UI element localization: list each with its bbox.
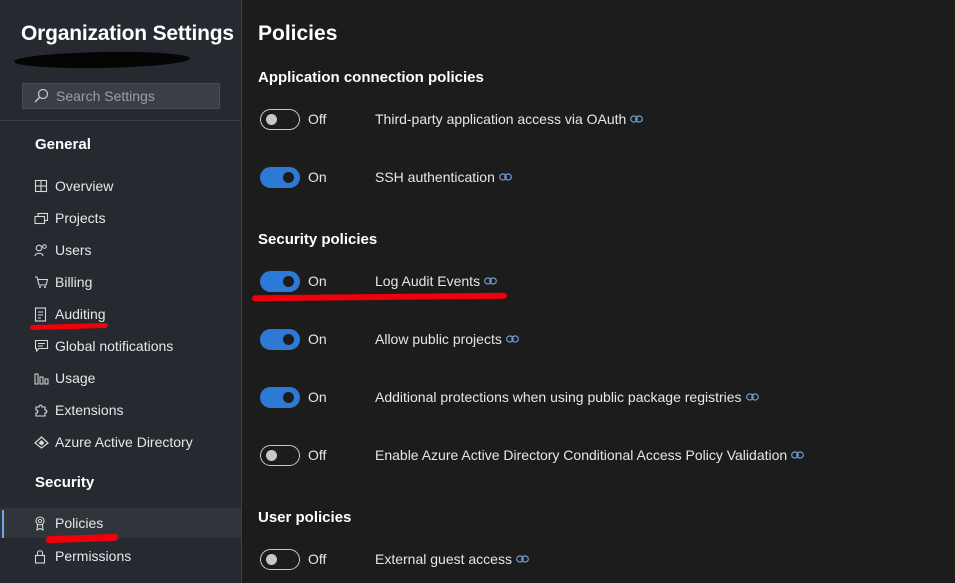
sidebar-item-label: Auditing bbox=[55, 306, 106, 322]
sidebar-item-overview[interactable]: Overview bbox=[0, 171, 241, 201]
toggle-knob bbox=[283, 391, 294, 403]
sidebar-item-label: Overview bbox=[55, 178, 114, 194]
sidebar-item-global-notifications[interactable]: Global notifications bbox=[0, 331, 241, 361]
policy-row-ssh: On SSH authentication bbox=[260, 167, 940, 191]
policy-label: External guest access bbox=[375, 551, 529, 567]
policies-page: Policies Application connection policies… bbox=[242, 0, 955, 583]
toggle-knob bbox=[266, 553, 277, 565]
policy-row-allow-public-projects: On Allow public projects bbox=[260, 329, 940, 353]
external-guest-access-toggle[interactable] bbox=[260, 549, 300, 570]
link-icon[interactable] bbox=[630, 115, 644, 123]
policy-label: SSH authentication bbox=[375, 169, 512, 185]
group-title-application-connection: Application connection policies bbox=[258, 69, 484, 86]
sidebar-item-label: Policies bbox=[55, 515, 104, 531]
link-icon[interactable] bbox=[745, 393, 759, 401]
sidebar-item-label: Projects bbox=[55, 210, 106, 226]
policy-label-text: Enable Azure Active Directory Conditiona… bbox=[375, 447, 788, 463]
sidebar: Organization Settings General Overview P… bbox=[0, 0, 242, 583]
users-icon bbox=[34, 243, 54, 257]
link-icon[interactable] bbox=[505, 335, 519, 343]
policy-label-text: Third-party application access via OAuth bbox=[375, 111, 627, 127]
org-settings-title: Organization Settings bbox=[21, 22, 234, 45]
policy-label: Additional protections when using public… bbox=[375, 389, 759, 405]
sidebar-item-label: Azure Active Directory bbox=[55, 434, 193, 450]
policy-row-log-audit-events: On Log Audit Events bbox=[260, 271, 940, 295]
policy-label-text: Log Audit Events bbox=[375, 273, 481, 289]
toggle-knob bbox=[283, 171, 294, 183]
link-icon[interactable] bbox=[484, 277, 497, 285]
link-icon[interactable] bbox=[516, 555, 529, 563]
toggle-state-label: Off bbox=[308, 447, 327, 463]
toggle-knob bbox=[283, 333, 294, 345]
page-title: Policies bbox=[258, 22, 338, 45]
policy-label-text: Additional protections when using public… bbox=[375, 389, 742, 405]
log-audit-events-toggle[interactable] bbox=[260, 271, 300, 292]
sidebar-item-extensions[interactable]: Extensions bbox=[0, 395, 241, 425]
organization-settings-window: Organization Settings General Overview P… bbox=[0, 0, 955, 583]
sidebar-item-label: Global notifications bbox=[55, 338, 174, 354]
sidebar-divider bbox=[0, 120, 241, 121]
section-general: General bbox=[35, 136, 91, 153]
group-title-security-policies: Security policies bbox=[258, 231, 378, 248]
sidebar-item-usage[interactable]: Usage bbox=[0, 363, 241, 393]
sidebar-item-billing[interactable]: Billing bbox=[0, 267, 241, 297]
toggle-state-label: On bbox=[308, 389, 327, 405]
group-title-user-policies: User policies bbox=[258, 509, 352, 526]
redacted-org-name bbox=[13, 50, 191, 70]
policy-row-external-guest-access: Off External guest access bbox=[260, 549, 940, 573]
sidebar-item-permissions[interactable]: Permissions bbox=[0, 541, 241, 571]
policy-label-text: SSH authentication bbox=[375, 169, 495, 185]
toggle-knob bbox=[283, 275, 294, 287]
conditional-access-toggle[interactable] bbox=[260, 445, 300, 466]
usage-chart-icon bbox=[34, 372, 54, 385]
toggle-knob bbox=[266, 449, 277, 461]
extensions-puzzle-icon bbox=[34, 403, 54, 417]
toggle-knob bbox=[266, 113, 277, 125]
link-icon[interactable] bbox=[791, 451, 805, 459]
sidebar-item-projects[interactable]: Projects bbox=[0, 203, 241, 233]
ssh-toggle[interactable] bbox=[260, 167, 300, 188]
sidebar-item-azure-active-directory[interactable]: Azure Active Directory bbox=[0, 427, 241, 457]
sidebar-item-label: Extensions bbox=[55, 402, 124, 418]
toggle-state-label: On bbox=[308, 169, 327, 185]
lock-icon bbox=[34, 549, 54, 564]
policy-row-public-package-registries: On Additional protections when using pub… bbox=[260, 387, 940, 411]
policy-label: Log Audit Events bbox=[375, 273, 497, 289]
billing-cart-icon bbox=[34, 275, 54, 289]
link-icon[interactable] bbox=[498, 173, 512, 181]
sidebar-item-label: Users bbox=[55, 242, 92, 258]
policy-row-oauth: Off Third-party application access via O… bbox=[260, 109, 940, 133]
policies-badge-icon bbox=[34, 515, 54, 531]
allow-public-projects-toggle[interactable] bbox=[260, 329, 300, 350]
search-input[interactable] bbox=[56, 88, 206, 104]
azure-ad-icon bbox=[34, 435, 54, 449]
policy-label-text: External guest access bbox=[375, 551, 512, 567]
toggle-state-label: Off bbox=[308, 551, 327, 567]
toggle-state-label: On bbox=[308, 273, 327, 289]
sidebar-item-label: Permissions bbox=[55, 548, 132, 564]
search-icon bbox=[34, 88, 49, 103]
sidebar-item-label: Billing bbox=[55, 274, 93, 290]
section-security: Security bbox=[35, 474, 95, 491]
sidebar-item-label: Usage bbox=[55, 370, 96, 386]
policy-row-conditional-access: Off Enable Azure Active Directory Condit… bbox=[260, 445, 940, 469]
notifications-icon bbox=[34, 339, 54, 353]
toggle-state-label: On bbox=[308, 331, 327, 347]
public-package-registries-toggle[interactable] bbox=[260, 387, 300, 408]
policy-label: Third-party application access via OAuth bbox=[375, 111, 644, 127]
toggle-state-label: Off bbox=[308, 111, 327, 127]
policy-label: Enable Azure Active Directory Conditiona… bbox=[375, 447, 805, 463]
overview-icon bbox=[34, 179, 54, 193]
policy-label: Allow public projects bbox=[375, 331, 519, 347]
search-settings-box[interactable] bbox=[22, 83, 220, 109]
oauth-toggle[interactable] bbox=[260, 109, 300, 130]
projects-icon bbox=[34, 212, 54, 225]
policy-label-text: Allow public projects bbox=[375, 331, 502, 347]
sidebar-item-users[interactable]: Users bbox=[0, 235, 241, 265]
annotation-red-underline-log-audit-events bbox=[251, 292, 508, 302]
sidebar-item-policies[interactable]: Policies bbox=[0, 508, 241, 538]
auditing-icon bbox=[34, 306, 54, 322]
